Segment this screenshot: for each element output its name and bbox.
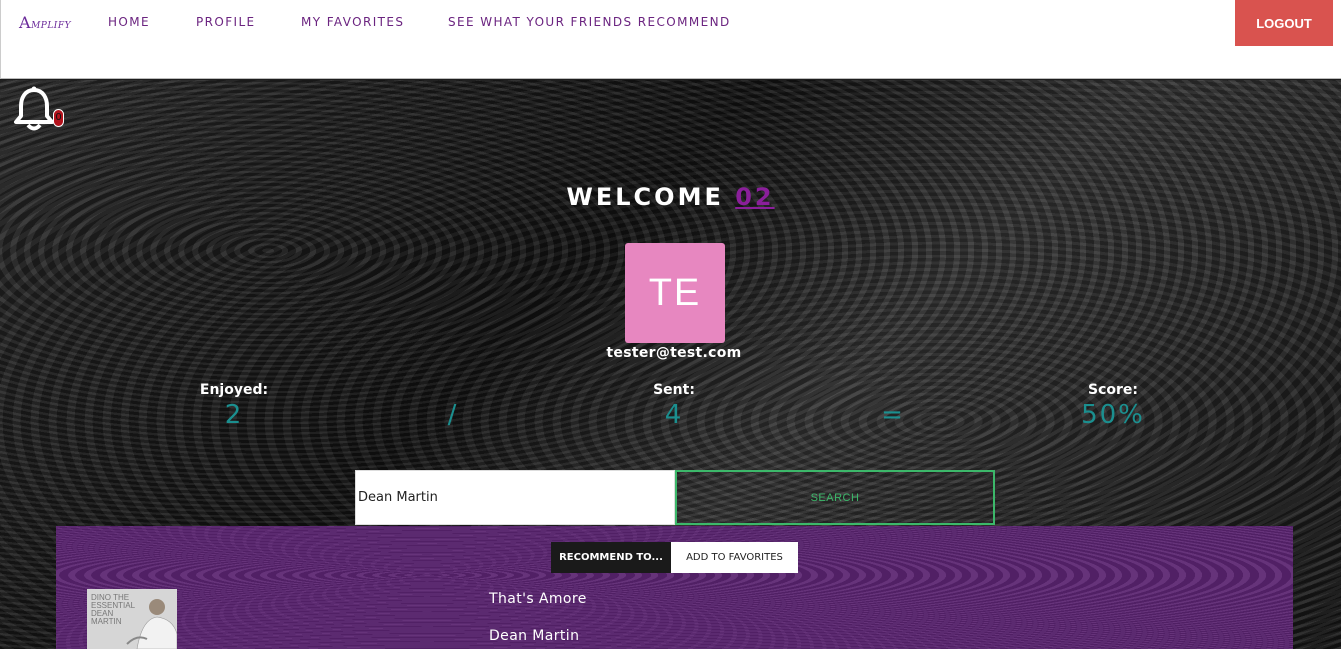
search-button[interactable]: SEARCH	[675, 470, 995, 525]
notification-count-badge: 0	[53, 109, 64, 127]
username-link[interactable]: 02	[735, 183, 774, 211]
nav-friends-recommend[interactable]: SEE WHAT YOUR FRIENDS RECOMMEND	[448, 15, 731, 29]
nav-profile[interactable]: PROFILE	[196, 15, 256, 29]
enjoyed-value: 2	[224, 400, 244, 430]
sent-value: 4	[664, 400, 684, 430]
equals-symbol: =	[881, 400, 905, 430]
nav-my-favorites[interactable]: MY FAVORITES	[301, 15, 404, 29]
avatar: TE	[625, 243, 725, 343]
welcome-heading: WELCOME 02	[0, 183, 1341, 211]
score-value: 50%	[1081, 400, 1145, 430]
search-input[interactable]	[355, 470, 675, 525]
logout-button[interactable]: LOGOUT	[1235, 0, 1333, 46]
welcome-prefix: WELCOME	[566, 183, 724, 211]
track-artist: Dean Martin	[489, 628, 580, 644]
enjoyed-label: Enjoyed:	[199, 382, 269, 398]
user-email: tester@test.com	[606, 345, 742, 361]
bell-icon[interactable]	[12, 86, 56, 132]
divide-symbol: /	[447, 400, 459, 430]
nav-home[interactable]: HOME	[108, 15, 150, 29]
track-title: That's Amore	[489, 591, 587, 607]
score-label: Score:	[1088, 382, 1138, 398]
recommend-to-button[interactable]: RECOMMEND TO...	[551, 542, 671, 573]
navbar: AMPLIFY HOME PROFILE MY FAVORITES SEE WH…	[0, 0, 1341, 79]
add-to-favorites-button[interactable]: ADD TO FAVORITES	[671, 542, 798, 573]
album-cover: DINO THE ESSENTIAL DEAN MARTIN	[87, 589, 177, 649]
sent-label: Sent:	[653, 382, 695, 398]
amplify-logo[interactable]: AMPLIFY	[19, 13, 71, 32]
